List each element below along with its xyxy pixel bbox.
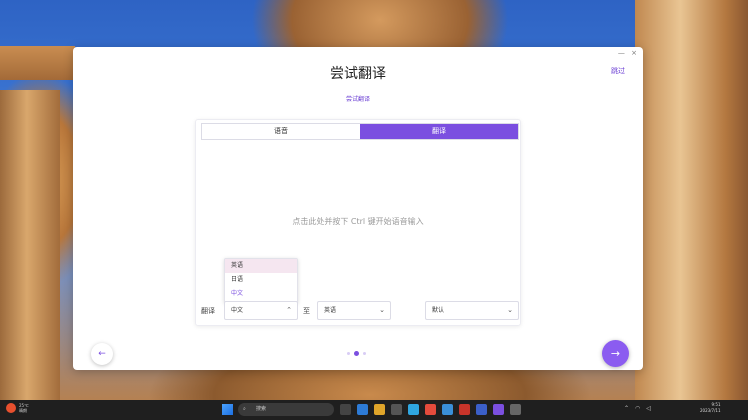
skip-link[interactable]: 跳过: [611, 66, 625, 76]
wallpaper-column-right: [635, 0, 748, 400]
tab-voice[interactable]: 语音: [202, 124, 360, 139]
taskbar-clock[interactable]: 9:51 2023/7/11: [700, 402, 721, 414]
taskbar-search[interactable]: ⌕ 搜索: [238, 403, 334, 416]
search-placeholder: 搜索: [256, 406, 267, 412]
clock-date: 2023/7/11: [700, 408, 721, 413]
weather-icon: [6, 403, 16, 413]
step-indicator: [347, 351, 366, 356]
weather-widget[interactable]: 25℃ 晴朗: [6, 403, 29, 413]
window-controls: — ×: [614, 49, 637, 57]
store-icon[interactable]: [442, 404, 453, 415]
step-dot-active: [354, 351, 359, 356]
step-dot: [347, 352, 350, 355]
volume-icon[interactable]: ◁: [646, 405, 651, 412]
task-view-icon[interactable]: [340, 404, 351, 415]
step-dot: [363, 352, 366, 355]
edge-icon[interactable]: [408, 404, 419, 415]
weather-text: 25℃ 晴朗: [19, 403, 29, 413]
back-button[interactable]: ←: [91, 343, 113, 365]
dropdown-option-japanese[interactable]: 日语: [225, 273, 297, 287]
wallpaper-arch: [0, 46, 75, 80]
onboarding-dialog: — × 尝试翻译 跳过 尝试翻译 语音 翻译 点击此处并按下 Ctrl 键开始语…: [73, 47, 643, 370]
arrow-right-icon: →: [610, 347, 621, 360]
next-button[interactable]: →: [602, 340, 629, 367]
settings-icon[interactable]: [510, 404, 521, 415]
tab-translate[interactable]: 翻译: [360, 124, 518, 139]
chevron-down-icon: ⌄: [507, 306, 513, 314]
mode-select[interactable]: 默认 ⌄: [425, 301, 519, 320]
wifi-icon[interactable]: ◠: [635, 405, 640, 412]
source-language-value: 中文: [231, 307, 244, 314]
dropdown-option-english[interactable]: 英语: [225, 259, 297, 273]
translator-app-icon[interactable]: [493, 404, 504, 415]
chevron-up-icon: ⌃: [286, 306, 292, 314]
dialog-title: 尝试翻译: [330, 66, 386, 82]
pinned-apps: [340, 404, 521, 415]
weather-desc: 晴朗: [19, 408, 27, 413]
translate-to-label: 至: [303, 307, 310, 315]
target-language-value: 英语: [324, 307, 337, 314]
chevron-down-icon: ⌄: [379, 306, 385, 314]
source-language-dropdown-list: 英语 日语 中文: [224, 258, 298, 303]
dialog-subtitle: 尝试翻译: [345, 96, 370, 103]
teams-icon[interactable]: [476, 404, 487, 415]
target-language-select[interactable]: 英语 ⌄: [317, 301, 391, 320]
mode-tabs: 语音 翻译: [201, 123, 519, 140]
camera-icon[interactable]: [391, 404, 402, 415]
mode-value: 默认: [432, 307, 445, 314]
office-icon[interactable]: [459, 404, 470, 415]
widgets-icon[interactable]: [357, 404, 368, 415]
close-icon[interactable]: ×: [631, 49, 637, 57]
chevron-up-icon[interactable]: ⌃: [624, 405, 629, 412]
search-icon: ⌕: [243, 406, 246, 412]
source-language-select[interactable]: 中文 ⌃: [224, 301, 298, 320]
windows-start-icon[interactable]: [222, 404, 233, 415]
translate-from-label: 翻译: [201, 307, 215, 315]
system-tray: ⌃ ◠ ◁: [624, 405, 651, 412]
minimize-icon[interactable]: —: [618, 49, 625, 57]
chrome-icon[interactable]: [425, 404, 436, 415]
wallpaper-column-left: [0, 90, 60, 400]
arrow-left-icon: ←: [98, 349, 106, 359]
voice-input-hint[interactable]: 点击此处并按下 Ctrl 键开始语音输入: [196, 216, 520, 227]
file-explorer-icon[interactable]: [374, 404, 385, 415]
dropdown-option-chinese[interactable]: 中文: [225, 287, 297, 301]
taskbar: 25℃ 晴朗 ⌕ 搜索 ⌃ ◠ ◁ 9:51 2023/7/11: [0, 400, 748, 420]
